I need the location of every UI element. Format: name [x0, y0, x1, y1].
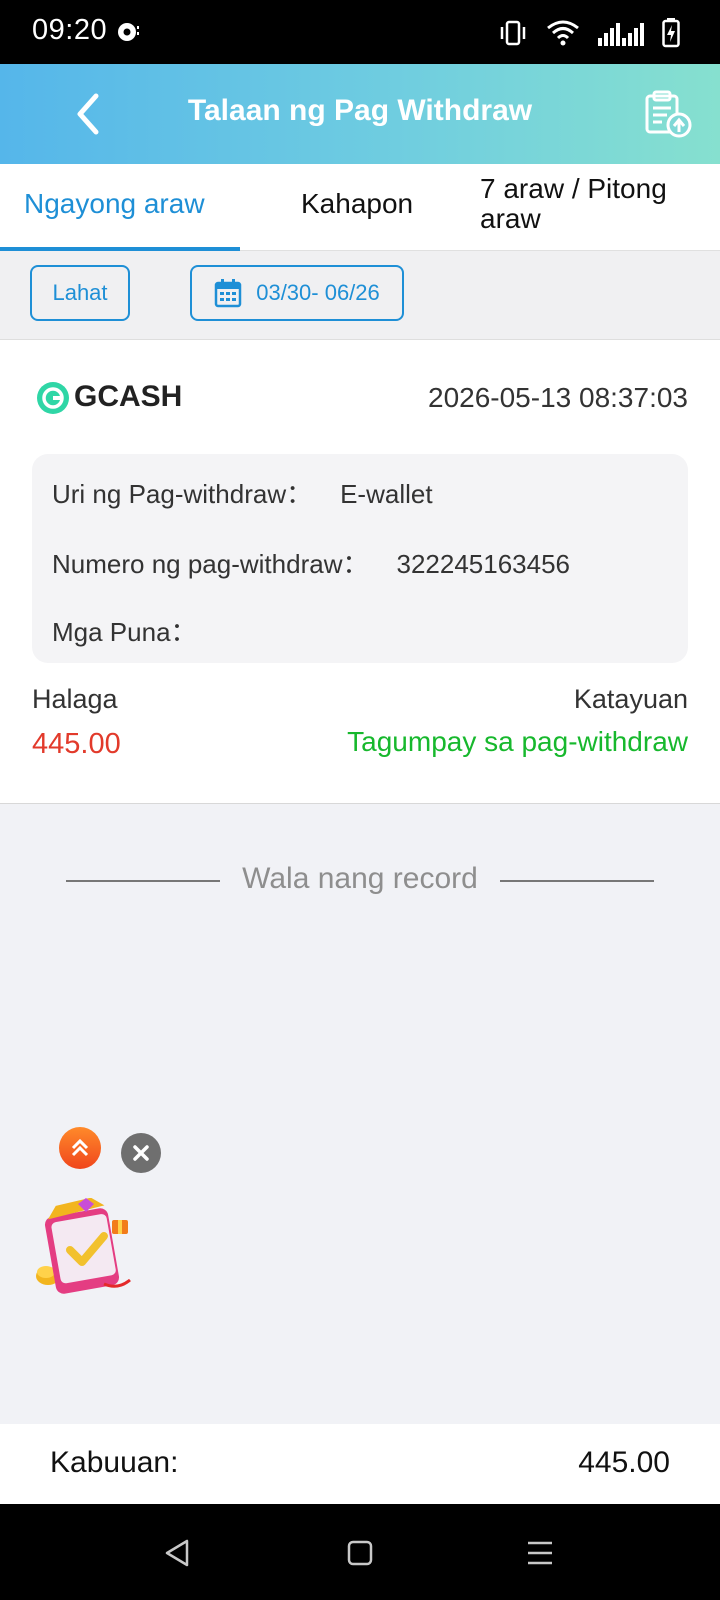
- date-range-button[interactable]: 03/30- 06/26: [190, 265, 404, 321]
- notification-icon: [118, 23, 139, 41]
- withdraw-type-row: Uri ng Pag-withdraw： E-wallet: [52, 474, 433, 511]
- nav-menu-icon[interactable]: [525, 1538, 555, 1568]
- clipboard-upload-icon[interactable]: [642, 88, 694, 140]
- page-title: Talaan ng Pag Withdraw: [187, 94, 533, 127]
- tab-seven-days-label: 7 araw / Pitong araw: [480, 173, 667, 234]
- no-more-records-text: Wala nang record: [242, 862, 478, 895]
- status-label: Katayuan: [573, 684, 688, 714]
- remarks-row: Mga Puna：: [52, 612, 225, 649]
- gcash-logo-icon: [37, 382, 69, 414]
- app-header: Talaan ng Pag Withdraw: [0, 64, 720, 164]
- filter-all-button[interactable]: Lahat: [30, 265, 130, 321]
- remarks-label: Mga Puna：: [52, 617, 197, 647]
- withdraw-number-value: 322245163456: [396, 549, 571, 579]
- nav-back-icon[interactable]: [163, 1538, 193, 1568]
- filter-row: Lahat 03/30- 06/26: [0, 251, 720, 340]
- calendar-icon: [214, 279, 242, 308]
- total-label: Kabuuan:: [50, 1446, 179, 1479]
- total-value: 445.00: [578, 1446, 670, 1479]
- tab-today-label: Ngayong araw: [24, 188, 205, 219]
- double-chevron-up-icon: [71, 1138, 89, 1157]
- battery-icon: [662, 18, 680, 48]
- no-more-records: Wala nang record: [0, 860, 720, 900]
- tab-yesterday-label: Kahapon: [301, 188, 414, 219]
- close-promo-button[interactable]: [121, 1133, 161, 1173]
- withdraw-record-card: GCASH 2026-05-13 08:37:03 Uri ng Pag-wit…: [0, 340, 720, 804]
- system-nav-bar: [0, 1504, 720, 1600]
- withdraw-number-row: Numero ng pag-withdraw： 322245163456: [52, 544, 570, 581]
- signal-icon: [598, 23, 644, 46]
- status-value: Tagumpay sa pag-withdraw: [347, 726, 688, 757]
- record-details: Uri ng Pag-withdraw： E-wallet Numero ng p…: [32, 454, 688, 663]
- amount-value: 445.00: [32, 728, 121, 760]
- record-datetime: 2026-05-13 08:37:03: [428, 382, 688, 413]
- scroll-top-button[interactable]: [59, 1127, 101, 1169]
- date-range-label: 03/30- 06/26: [256, 280, 380, 305]
- tab-seven-days[interactable]: 7 araw / Pitong araw: [480, 164, 720, 250]
- nav-home-icon[interactable]: [345, 1538, 375, 1568]
- payment-method-name: GCASH: [74, 380, 183, 413]
- withdraw-number-label: Numero ng pag-withdraw：: [52, 549, 369, 579]
- status-bar: 09:20: [0, 0, 720, 64]
- withdraw-type-label: Uri ng Pag-withdraw：: [52, 479, 313, 509]
- status-icons: [498, 16, 680, 50]
- wifi-icon: [547, 20, 579, 46]
- tab-today[interactable]: Ngayong araw: [0, 164, 240, 251]
- vibrate-icon: [500, 20, 526, 46]
- date-tabs: Ngayong araw Kahapon 7 araw / Pitong ara…: [0, 164, 720, 251]
- promo-checkin-icon[interactable]: [34, 1198, 134, 1298]
- amount-label: Halaga: [32, 684, 118, 714]
- withdraw-type-value: E-wallet: [340, 479, 433, 509]
- status-time: 09:20: [32, 14, 108, 46]
- tab-yesterday[interactable]: Kahapon: [240, 164, 480, 250]
- close-icon: [133, 1145, 149, 1161]
- total-bar: Kabuuan: 445.00: [0, 1424, 720, 1504]
